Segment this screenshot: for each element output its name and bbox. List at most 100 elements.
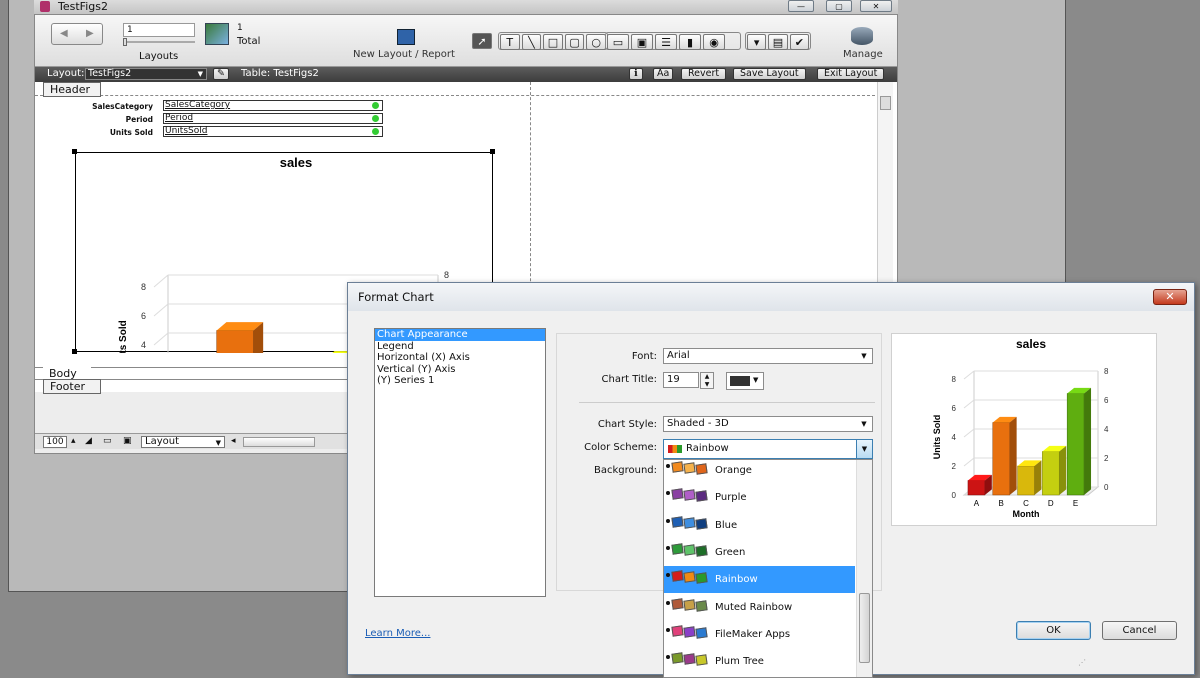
font-select[interactable]: Arial ▼: [663, 348, 873, 364]
manage-icon[interactable]: [851, 27, 873, 45]
prev-record-icon[interactable]: ◀: [60, 28, 68, 39]
aa-button[interactable]: Aa: [653, 68, 674, 80]
zoom-out-icon[interactable]: ▴: [71, 436, 76, 446]
minimize-button[interactable]: —: [788, 0, 814, 12]
info-icon[interactable]: ℹ: [629, 68, 643, 80]
scheme-option-rainbow[interactable]: Rainbow: [664, 566, 855, 594]
record-slider[interactable]: [123, 41, 195, 43]
layouts-label: Layouts: [139, 51, 179, 62]
toolbar-toggle-icon[interactable]: ▭: [103, 436, 112, 446]
scheme-option-purple[interactable]: Purple: [664, 484, 855, 511]
dropdown-scroll-thumb[interactable]: [859, 593, 870, 663]
button-tool-icon[interactable]: ▣: [631, 34, 653, 50]
field-control-icon[interactable]: ▾: [747, 34, 767, 50]
salescategory-field[interactable]: SalesCategory: [163, 100, 383, 111]
table-label: Table: TestFigs2: [241, 68, 319, 79]
line-tool-icon[interactable]: ╲: [521, 34, 542, 50]
portal-tool-icon[interactable]: ☰: [655, 34, 677, 50]
new-layout-icon[interactable]: [397, 29, 415, 45]
header-divider: [35, 95, 875, 96]
slider-thumb[interactable]: [123, 38, 127, 46]
record-number-input[interactable]: 1: [123, 23, 195, 37]
gridline: [963, 370, 975, 380]
gridline: [153, 303, 169, 317]
horizontal-scroll-thumb[interactable]: [243, 437, 315, 447]
category-x-axis[interactable]: Horizontal (X) Axis: [375, 352, 545, 364]
palette-icon: [666, 515, 712, 536]
footer-part-tab[interactable]: Footer: [43, 379, 101, 394]
category-series-1[interactable]: (Y) Series 1: [375, 375, 545, 387]
selection-handle[interactable]: [72, 349, 77, 354]
exit-layout-button[interactable]: Exit Layout: [817, 68, 885, 80]
dialog-close-button[interactable]: ✕: [1153, 289, 1187, 305]
manage-label[interactable]: Manage: [843, 49, 883, 60]
color-scheme-select[interactable]: Rainbow ▼: [663, 439, 873, 459]
formatting-bar-icon[interactable]: ▣: [123, 436, 132, 446]
inspector-icon[interactable]: ▤: [768, 34, 788, 50]
scheme-option-plum-tree[interactable]: Plum Tree: [664, 648, 855, 675]
scheme-option-muted-rainbow[interactable]: Muted Rainbow: [664, 594, 855, 621]
title-size-stepper[interactable]: ▲ ▼: [700, 372, 714, 389]
record-book[interactable]: ◀ ▶: [51, 23, 103, 45]
new-layout-label[interactable]: New Layout / Report: [353, 49, 455, 60]
period-field[interactable]: Period: [163, 113, 383, 124]
chart-tool-icon[interactable]: ▮: [679, 34, 701, 50]
close-button[interactable]: ✕: [860, 0, 892, 12]
save-layout-button[interactable]: Save Layout: [733, 68, 806, 80]
pointer-tool-icon[interactable]: ➚: [472, 33, 492, 49]
scheme-option-filemaker-apps[interactable]: FileMaker Apps: [664, 621, 855, 648]
category-legend[interactable]: Legend: [375, 341, 545, 353]
scheme-option-green[interactable]: Green: [664, 539, 855, 566]
field-status-dot-icon: [372, 102, 379, 109]
zoom-in-icon[interactable]: ◢: [85, 436, 92, 446]
text-tool-icon[interactable]: T: [500, 34, 520, 50]
vertical-scrollbar[interactable]: [877, 82, 893, 292]
settings-category-list[interactable]: Chart Appearance Legend Horizontal (X) A…: [374, 328, 546, 597]
color-scheme-label: Color Scheme:: [584, 442, 657, 453]
x-tick-label: C: [1023, 499, 1029, 508]
title-size-input[interactable]: 19: [663, 372, 699, 388]
revert-button[interactable]: Revert: [681, 68, 727, 80]
scroll-thumb[interactable]: [880, 96, 891, 110]
selection-handle[interactable]: [72, 149, 77, 154]
cancel-button[interactable]: Cancel: [1102, 621, 1177, 640]
dropdown-scrollbar[interactable]: [856, 460, 872, 677]
oval-tool-icon[interactable]: ○: [586, 34, 606, 50]
title-color-picker[interactable]: ▼: [726, 372, 764, 390]
rectangle-tool-icon[interactable]: □: [543, 34, 563, 50]
app-icon: [40, 1, 50, 12]
preview-chart: sales 0 0 2 2 4 4 6 6 8 8 A B C D E Month Units Sold: [932, 337, 1109, 519]
resize-grip-icon[interactable]: ⋰: [1078, 658, 1086, 667]
layout-select[interactable]: TestFigs2 ▼: [85, 68, 207, 80]
category-chart-appearance[interactable]: Chart Appearance: [375, 329, 545, 341]
selection-handle[interactable]: [490, 149, 495, 154]
period-label: Period: [125, 115, 153, 124]
gridline: [153, 274, 169, 288]
scheme-option-label: FileMaker Apps: [715, 628, 791, 640]
scheme-option-orange[interactable]: Orange: [664, 460, 855, 484]
x-tick-label: B: [999, 499, 1004, 508]
zoom-level[interactable]: 100: [43, 436, 67, 448]
rounded-rect-tool-icon[interactable]: ▢: [564, 34, 585, 50]
format-painter-icon[interactable]: ✔: [789, 34, 809, 50]
category-y-axis[interactable]: Vertical (Y) Axis: [375, 364, 545, 376]
color-scheme-dropdown[interactable]: Orange Purple Blue Green Rainbow Muted Rainbo…: [663, 459, 873, 678]
layouts-icon[interactable]: [205, 23, 229, 45]
mode-select[interactable]: Layout ▼: [141, 436, 225, 448]
ok-button[interactable]: OK: [1016, 621, 1091, 640]
scheme-option-blue[interactable]: Blue: [664, 512, 855, 539]
chart-style-select[interactable]: Shaded - 3D ▼: [663, 416, 873, 432]
field-tool-icon[interactable]: ▭: [607, 34, 629, 50]
maximize-button[interactable]: ▢: [826, 0, 852, 12]
header-part-tab[interactable]: Header: [43, 82, 101, 97]
chevron-down-icon[interactable]: ▼: [856, 440, 872, 458]
field-name: Period: [165, 113, 194, 123]
scroll-left-icon[interactable]: ◂: [231, 436, 236, 446]
next-record-icon[interactable]: ▶: [86, 28, 94, 39]
unitssold-field[interactable]: UnitsSold: [163, 126, 383, 137]
edit-layout-icon[interactable]: ✎: [213, 68, 229, 80]
format-tools: ▾ ▤ ✔: [745, 32, 811, 50]
chart-title: sales: [1016, 337, 1046, 351]
learn-more-link[interactable]: Learn More...: [365, 628, 430, 639]
web-viewer-tool-icon[interactable]: ◉: [703, 34, 725, 50]
